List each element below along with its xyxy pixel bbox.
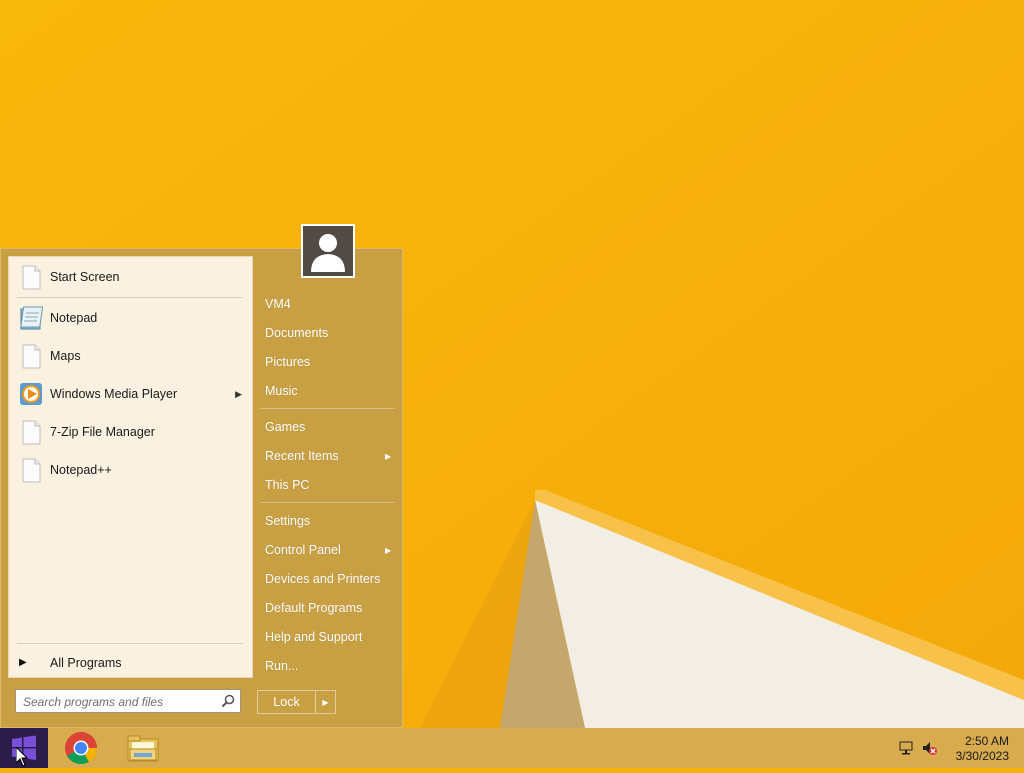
file-explorer-icon[interactable] xyxy=(126,731,160,765)
divider xyxy=(17,643,243,644)
chrome-icon[interactable] xyxy=(64,731,98,765)
search-box[interactable] xyxy=(15,689,241,714)
divider xyxy=(260,502,395,503)
divider xyxy=(260,408,395,409)
right-item-control-panel[interactable]: Control Panel xyxy=(265,543,341,557)
shutdown-options-button[interactable]: ▶ xyxy=(315,690,336,714)
submenu-arrow-icon: ▶ xyxy=(385,546,392,555)
lock-button[interactable]: Lock xyxy=(257,690,316,714)
right-item-recent-items[interactable]: Recent Items xyxy=(265,449,339,463)
search-input[interactable] xyxy=(16,690,221,714)
program-notepad-plus-plus[interactable]: Notepad++ xyxy=(9,452,252,488)
notepad-icon xyxy=(20,306,44,330)
program-7zip[interactable]: 7-Zip File Manager xyxy=(9,414,252,450)
all-programs-button[interactable]: ▶ All Programs xyxy=(9,645,252,681)
right-item-devices-and-printers[interactable]: Devices and Printers xyxy=(265,572,380,586)
program-start-screen[interactable]: Start Screen xyxy=(9,259,252,295)
document-icon xyxy=(22,344,41,369)
network-icon[interactable] xyxy=(898,740,914,756)
right-item-help-and-support[interactable]: Help and Support xyxy=(265,630,362,644)
right-item-games[interactable]: Games xyxy=(265,420,305,434)
program-maps[interactable]: Maps xyxy=(9,338,252,374)
all-programs-label: All Programs xyxy=(50,656,122,670)
right-item-settings[interactable]: Settings xyxy=(265,514,310,528)
submenu-arrow-icon: ▶ xyxy=(235,388,242,399)
volume-muted-icon[interactable] xyxy=(921,740,937,756)
program-label: Maps xyxy=(50,349,81,363)
search-icon[interactable] xyxy=(221,694,235,708)
user-avatar[interactable] xyxy=(301,224,355,278)
right-item-this-pc[interactable]: This PC xyxy=(265,478,309,492)
program-windows-media-player[interactable]: Windows Media Player ▶ xyxy=(9,376,252,412)
document-icon xyxy=(22,458,41,483)
document-icon xyxy=(22,265,41,290)
taskbar-clock[interactable]: 2:50 AM 3/30/2023 xyxy=(956,734,1009,764)
divider xyxy=(17,297,243,298)
expand-arrow-icon: ▶ xyxy=(19,657,27,668)
clock-date: 3/30/2023 xyxy=(955,749,1009,763)
right-item-pictures[interactable]: Pictures xyxy=(265,355,310,369)
program-label: Notepad++ xyxy=(50,463,112,477)
right-item-documents[interactable]: Documents xyxy=(265,326,328,340)
right-item-music[interactable]: Music xyxy=(265,384,298,398)
right-item-run[interactable]: Run... xyxy=(265,659,298,673)
chevron-right-icon: ▶ xyxy=(322,697,329,707)
clock-time: 2:50 AM xyxy=(964,734,1009,748)
program-notepad[interactable]: Notepad xyxy=(9,300,252,336)
user-icon xyxy=(311,234,345,272)
right-item-default-programs[interactable]: Default Programs xyxy=(265,601,362,615)
right-item-vm4[interactable]: VM4 xyxy=(265,297,291,311)
submenu-arrow-icon: ▶ xyxy=(385,452,392,461)
programs-pane: Start Screen Notepad Maps Windows Media … xyxy=(8,256,253,678)
program-label: Windows Media Player xyxy=(50,387,178,401)
program-label: Start Screen xyxy=(50,270,120,284)
mouse-cursor-icon xyxy=(16,747,28,767)
lock-label: Lock xyxy=(273,695,300,709)
media-player-icon xyxy=(20,383,42,405)
program-label: Notepad xyxy=(50,311,98,325)
program-label: 7-Zip File Manager xyxy=(50,425,155,439)
document-icon xyxy=(22,420,41,445)
taskbar: 2:50 AM 3/30/2023 xyxy=(0,728,1024,768)
